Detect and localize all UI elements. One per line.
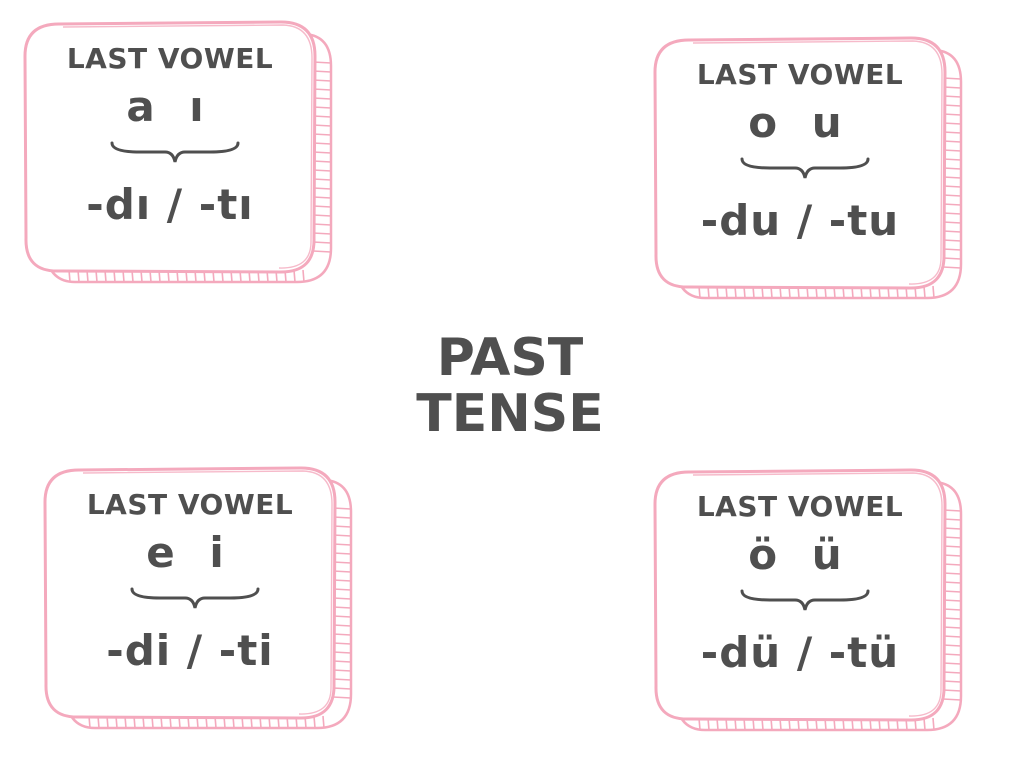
curly-brace-icon <box>740 589 870 611</box>
suffix-options: -du / -tu <box>700 196 900 245</box>
card-heading: LAST VOWEL <box>696 490 904 523</box>
vowel-card-a-i: LAST VOWEL a ı -dı / -tı <box>23 20 335 284</box>
past-tense-diagram: LAST VOWEL a ı -dı / -tı LAST VOWEL o u … <box>0 0 1024 768</box>
diagram-title: PAST TENSE <box>400 330 620 442</box>
vowel-pair: o u <box>748 98 852 147</box>
card-heading: LAST VOWEL <box>696 58 904 91</box>
suffix-options: -dı / -tı <box>86 180 254 229</box>
vowel-card-o-u: LAST VOWEL o u -du / -tu <box>653 36 965 300</box>
curly-brace-icon <box>130 587 260 609</box>
curly-brace-icon <box>110 141 240 163</box>
suffix-options: -di / -ti <box>106 626 274 675</box>
vowel-card-o-umlaut-u-umlaut: LAST VOWEL ö ü -dü / -tü <box>653 468 965 732</box>
vowel-pair: e i <box>146 528 234 577</box>
suffix-options: -dü / -tü <box>700 628 900 677</box>
vowel-pair: a ı <box>126 82 214 131</box>
title-line-2: TENSE <box>416 384 604 444</box>
vowel-card-e-i: LAST VOWEL e i -di / -ti <box>43 466 355 730</box>
card-heading: LAST VOWEL <box>66 42 274 75</box>
curly-brace-icon <box>740 157 870 179</box>
vowel-pair: ö ü <box>748 530 852 579</box>
title-line-1: PAST <box>436 328 584 388</box>
card-heading: LAST VOWEL <box>86 488 294 521</box>
